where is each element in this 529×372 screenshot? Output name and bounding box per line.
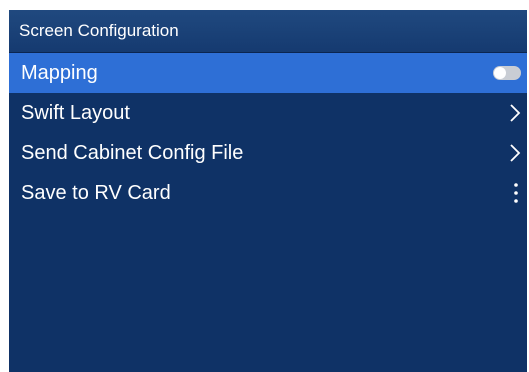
menu-item-label: Save to RV Card xyxy=(21,181,171,204)
menu-list: Mapping Swift Layout Send Cabinet Config… xyxy=(9,53,527,213)
panel-header: Screen Configuration xyxy=(9,10,527,53)
menu-item-mapping[interactable]: Mapping xyxy=(9,53,527,93)
screen-configuration-panel: Screen Configuration Mapping Swift Layou… xyxy=(9,10,527,372)
more-vertical-icon[interactable] xyxy=(513,182,519,204)
panel-title: Screen Configuration xyxy=(19,21,179,40)
menu-item-label: Mapping xyxy=(21,61,98,84)
menu-item-label: Send Cabinet Config File xyxy=(21,141,244,164)
menu-item-save-to-rv-card[interactable]: Save to RV Card xyxy=(9,173,527,213)
menu-item-label: Swift Layout xyxy=(21,101,130,124)
toggle-knob xyxy=(494,67,506,79)
mapping-toggle-icon[interactable] xyxy=(493,66,521,80)
menu-item-swift-layout[interactable]: Swift Layout xyxy=(9,93,527,133)
menu-item-send-cabinet-config-file[interactable]: Send Cabinet Config File xyxy=(9,133,527,173)
chevron-right-icon xyxy=(510,104,521,122)
chevron-right-icon xyxy=(510,144,521,162)
